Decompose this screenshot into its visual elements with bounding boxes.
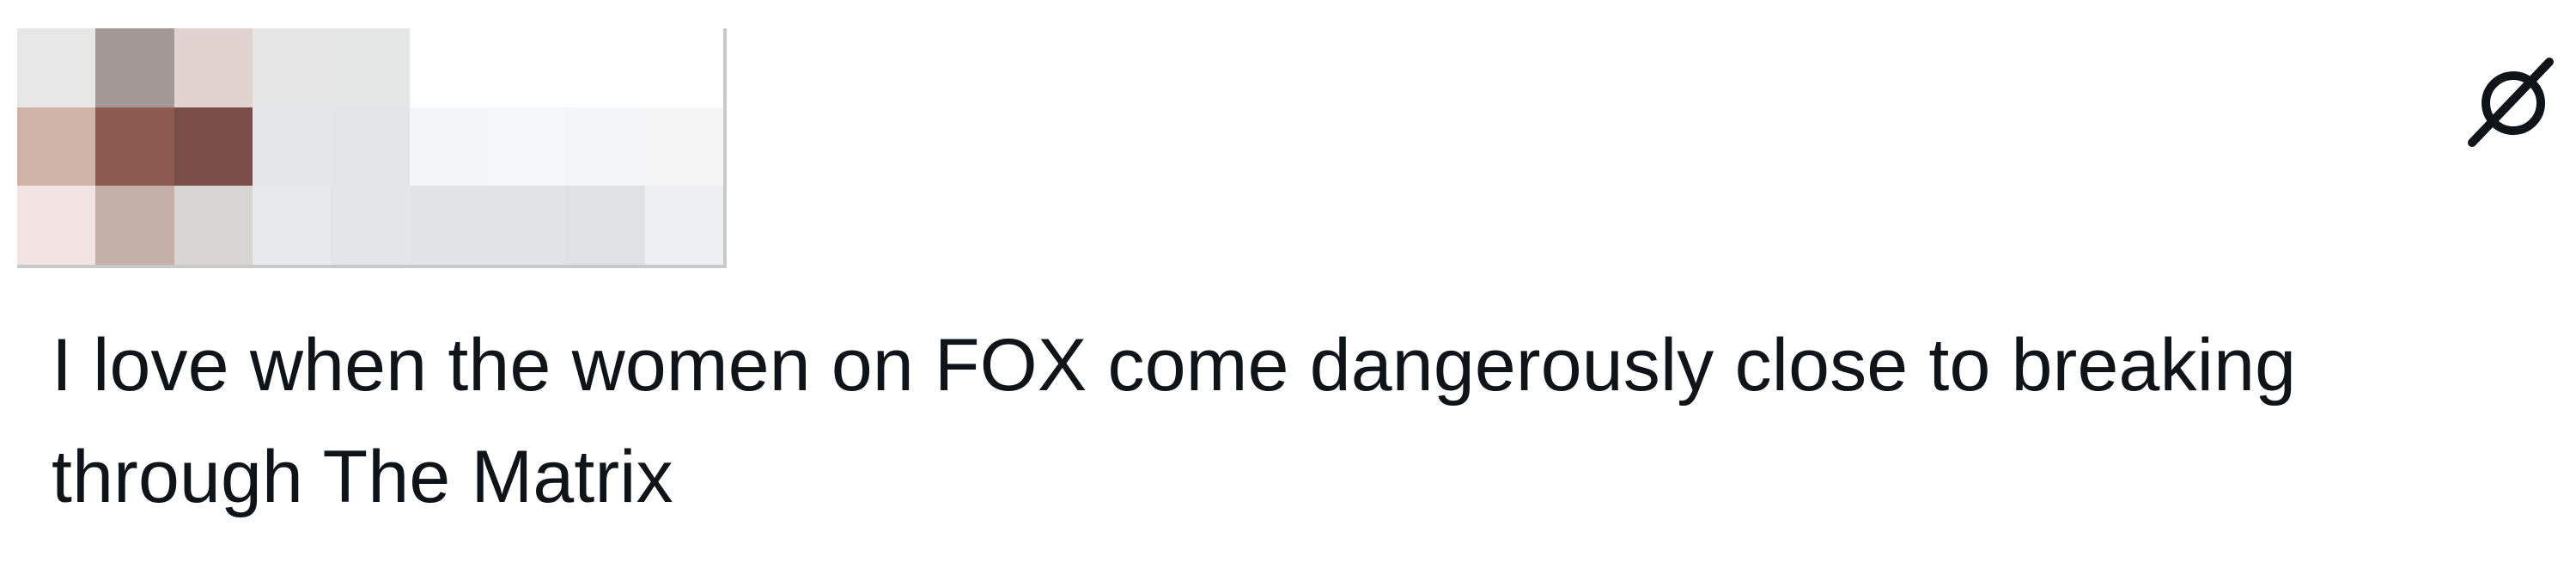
redacted-pixel: [174, 28, 253, 107]
redacted-pixel: [488, 107, 567, 187]
redacted-pixel: [95, 107, 174, 187]
redacted-pixel: [17, 28, 96, 107]
redacted-pixel: [331, 28, 410, 107]
redacted-pixel: [17, 107, 96, 187]
redacted-pixel: [174, 186, 253, 265]
redacted-pixel: [95, 28, 174, 107]
redacted-pixel: [95, 186, 174, 265]
redacted-pixel: [253, 28, 332, 107]
grok-icon[interactable]: [2465, 53, 2556, 150]
tweet-text: I love when the women on FOX come danger…: [52, 324, 2297, 518]
redacted-pixel: [331, 107, 410, 187]
redacted-pixel: [409, 28, 488, 107]
redacted-pixel: [566, 186, 645, 265]
redacted-pixel: [253, 186, 332, 265]
redacted-pixel: [17, 186, 96, 265]
tweet-card: I love when the women on FOX come danger…: [0, 0, 2576, 575]
redacted-pixel: [566, 28, 645, 107]
redacted-pixel: [566, 107, 645, 187]
redacted-author-avatar-and-name: [17, 28, 727, 268]
redacted-pixel: [644, 107, 723, 187]
redacted-pixel: [409, 107, 488, 187]
redacted-pixel: [174, 107, 253, 187]
redacted-pixel: [488, 28, 567, 107]
redacted-pixel: [644, 186, 723, 265]
redacted-pixel: [488, 186, 567, 265]
redacted-pixel: [409, 186, 488, 265]
redacted-pixel: [253, 107, 332, 187]
redacted-pixel: [644, 28, 723, 107]
redacted-pixel: [331, 186, 410, 265]
